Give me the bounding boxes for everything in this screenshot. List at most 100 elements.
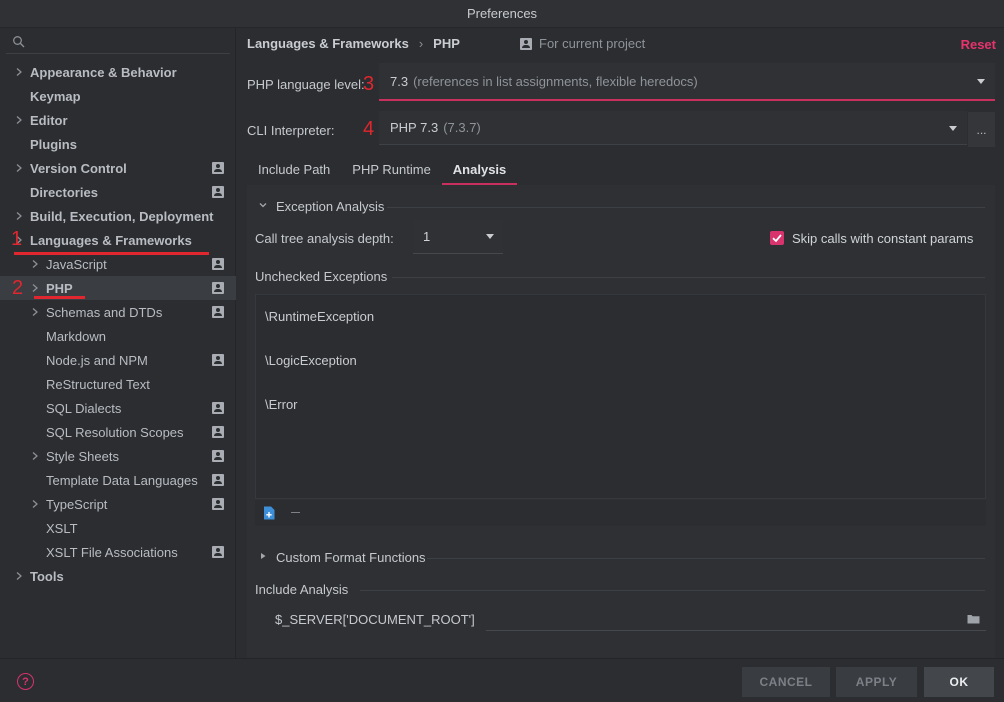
sidebar-item-schemas-and-dtds[interactable]: Schemas and DTDs [0,300,236,324]
project-scope-icon [212,354,224,366]
sidebar-item-javascript[interactable]: JavaScript [0,252,236,276]
chevron-down-icon [258,200,270,213]
sidebar-item-sql-dialects[interactable]: SQL Dialects [0,396,236,420]
breadcrumb: Languages & Frameworks › PHP [247,36,460,51]
sidebar-item-label: Plugins [30,137,77,152]
exceptions-list-toolbar [255,500,986,526]
include-analysis-title: Include Analysis [255,582,349,597]
sidebar-item-directories[interactable]: Directories [0,180,236,204]
annotation-underline-languages [14,252,209,255]
sidebar-item-typescript[interactable]: TypeScript [0,492,236,516]
chevron-right-icon[interactable] [14,571,24,581]
dropdown-arrow-icon [977,79,985,84]
sidebar-item-version-control[interactable]: Version Control [0,156,236,180]
call-tree-depth-label: Call tree analysis depth: [255,231,394,246]
cli-interpreter-version: (7.3.7) [443,120,481,135]
cli-interpreter-browse-button[interactable]: ... [968,112,995,147]
project-scope-icon [212,282,224,294]
help-icon[interactable]: ? [17,673,34,690]
ok-button[interactable]: OK [924,667,994,697]
settings-sidebar: Appearance & Behavior Keymap Editor Plugins… [0,28,236,658]
add-exception-icon[interactable] [263,506,275,520]
php-language-level-label: PHP language level: [247,77,365,92]
sidebar-item-appearance-behavior[interactable]: Appearance & Behavior [0,60,236,84]
sidebar-item-label: PHP [46,281,73,296]
sidebar-item-label: XSLT File Associations [46,545,178,560]
chevron-right-icon[interactable] [30,499,40,509]
chevron-right-icon[interactable] [30,283,40,293]
annotation-3: 3 [363,73,375,95]
sidebar-item-plugins[interactable]: Plugins [0,132,236,156]
php-language-level-dropdown[interactable]: 7.3 (references in list assignments, fle… [379,63,995,101]
sidebar-item-build-execution-deployment[interactable]: Build, Execution, Deployment [0,204,236,228]
cli-interpreter-dropdown[interactable]: PHP 7.3 (7.3.7) [379,111,967,145]
custom-format-functions-header[interactable]: Custom Format Functions [258,550,426,565]
sidebar-item-label: Style Sheets [46,449,119,464]
skip-calls-checkbox[interactable] [770,231,784,245]
php-level-value: 7.3 [390,73,409,89]
sidebar-item-label: Editor [30,113,68,128]
cancel-button[interactable]: CANCEL [742,667,830,697]
sidebar-item-restructured-text[interactable]: ReStructured Text [0,372,236,396]
chevron-right-icon[interactable] [14,115,24,125]
sidebar-item-keymap[interactable]: Keymap [0,84,236,108]
annotation-2: 2 [12,277,24,299]
project-scope-icon [212,546,224,558]
sidebar-item-xslt-file-associations[interactable]: XSLT File Associations [0,540,236,564]
sidebar-item-label: SQL Dialects [46,401,122,416]
preferences-window: Preferences Appearance & Behavior Keymap E… [0,0,1004,702]
tab-analysis[interactable]: Analysis [441,156,518,185]
sidebar-item-label: Schemas and DTDs [46,305,163,320]
tab-include-path[interactable]: Include Path [247,156,341,185]
chevron-right-icon[interactable] [14,163,24,173]
project-scope-icon [212,258,224,270]
sidebar-item-xslt[interactable]: XSLT [0,516,236,540]
exception-analysis-header[interactable]: Exception Analysis [258,199,384,214]
exception-analysis-title: Exception Analysis [276,199,385,214]
custom-format-functions-title: Custom Format Functions [276,550,426,565]
settings-search-input[interactable] [6,32,230,54]
remove-exception-icon[interactable] [291,512,300,513]
php-level-description: (references in list assignments, flexibl… [413,73,698,89]
sidebar-item-label: Tools [30,569,64,584]
unchecked-exceptions-list[interactable]: \RuntimeException \LogicException \Error [255,294,986,499]
sidebar-item-label: Markdown [46,329,106,344]
sidebar-item-markdown[interactable]: Markdown [0,324,236,348]
checkmark-icon [772,234,782,243]
apply-button[interactable]: APPLY [836,667,917,697]
list-item[interactable]: \Error [265,397,298,412]
chevron-right-icon[interactable] [30,307,40,317]
reset-link[interactable]: Reset [961,37,996,52]
chevron-right-icon[interactable] [30,451,40,461]
folder-icon[interactable] [967,612,980,624]
sidebar-item-label: ReStructured Text [46,377,150,392]
chevron-right-icon [258,551,270,564]
tab-php-runtime[interactable]: PHP Runtime [341,156,442,185]
chevron-right-icon[interactable] [30,259,40,269]
sidebar-item-editor[interactable]: Editor [0,108,236,132]
call-tree-depth-dropdown[interactable]: 1 [413,220,503,254]
sidebar-item-style-sheets[interactable]: Style Sheets [0,444,236,468]
section-divider [392,277,985,278]
project-scope-icon [212,186,224,198]
project-scope-icon [212,306,224,318]
sidebar-item-tools[interactable]: Tools [0,564,236,588]
call-tree-depth-value: 1 [423,229,431,244]
sidebar-item-label: Directories [30,185,98,200]
sidebar-item-label: Version Control [30,161,127,176]
sidebar-item-sql-resolution-scopes[interactable]: SQL Resolution Scopes [0,420,236,444]
dialog-footer: ? CANCEL APPLY OK [0,658,1004,702]
chevron-right-icon[interactable] [14,67,24,77]
settings-tree: Appearance & Behavior Keymap Editor Plugins… [0,60,236,588]
list-item[interactable]: \LogicException [265,353,357,368]
list-item[interactable]: \RuntimeException [265,309,374,324]
sidebar-item-label: Appearance & Behavior [30,65,177,80]
sidebar-item-label: XSLT [46,521,78,536]
sidebar-item-node-js-and-npm[interactable]: Node.js and NPM [0,348,236,372]
skip-calls-label[interactable]: Skip calls with constant params [792,231,973,246]
include-path-field[interactable] [486,605,986,631]
breadcrumb-parent[interactable]: Languages & Frameworks [247,36,409,51]
chevron-right-icon[interactable] [14,211,24,221]
sidebar-item-languages-frameworks[interactable]: Languages & Frameworks [0,228,236,252]
sidebar-item-template-data-languages[interactable]: Template Data Languages [0,468,236,492]
